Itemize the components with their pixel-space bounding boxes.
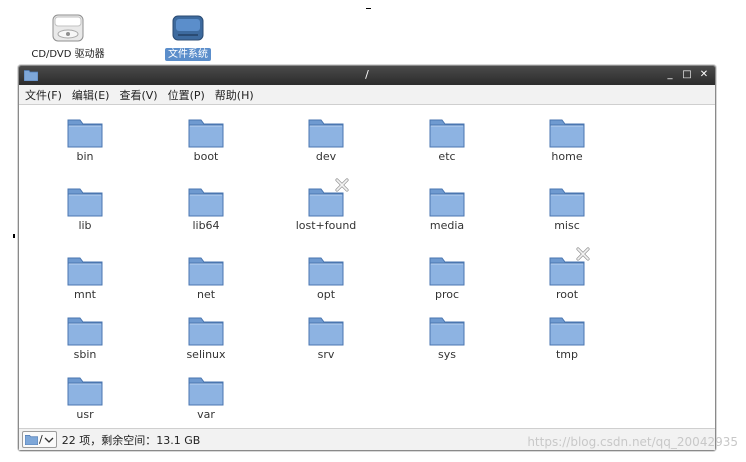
menu-help[interactable]: 帮助(H) [215, 87, 254, 103]
minimize-button[interactable]: _ [665, 68, 675, 82]
folder-name: etc [438, 150, 456, 163]
folder-item[interactable]: srv [276, 314, 376, 361]
folder-name: proc [434, 288, 460, 301]
desktop-icon-label: 文件系统 [165, 48, 211, 61]
folder-name: sys [438, 348, 456, 361]
menu-edit[interactable]: 编辑(E) [72, 87, 110, 103]
folder-name: root [555, 288, 579, 301]
folder-icon [67, 116, 103, 148]
title-bar[interactable]: / _ □ ✕ [19, 66, 715, 85]
folder-name: media [429, 219, 465, 232]
folder-item[interactable]: usr [35, 374, 135, 421]
folder-name: selinux [186, 348, 226, 361]
folder-icon [308, 254, 344, 286]
folder-icon [188, 116, 224, 148]
folder-icon [429, 314, 465, 346]
folder-item[interactable]: lib [35, 185, 135, 232]
folder-item[interactable]: misc [517, 185, 617, 232]
folder-item[interactable]: lib64 [156, 185, 256, 232]
folder-item[interactable]: sbin [35, 314, 135, 361]
watermark: https://blog.csdn.net/qq_20042935 [527, 435, 738, 449]
menu-places[interactable]: 位置(P) [168, 87, 205, 103]
folder-icon [67, 254, 103, 286]
folder-icon [549, 247, 590, 286]
folder-name: misc [554, 219, 580, 232]
folder-name: lost+found [295, 219, 357, 232]
folder-item[interactable]: proc [397, 254, 497, 301]
folder-icon [549, 185, 585, 217]
folder-item[interactable]: sys [397, 314, 497, 361]
folder-icon [549, 116, 585, 148]
folder-icon [67, 185, 103, 217]
folder-icon [188, 254, 224, 286]
folder-item[interactable]: root [517, 247, 617, 301]
folder-name: net [196, 288, 216, 301]
location-label: / [39, 433, 43, 446]
folder-name: boot [193, 150, 219, 163]
window-title: / [365, 68, 369, 81]
folder-item[interactable]: net [156, 254, 256, 301]
folder-item[interactable]: dev [276, 116, 376, 163]
folder-name: sbin [73, 348, 97, 361]
folder-name: bin [76, 150, 94, 163]
folder-item[interactable]: etc [397, 116, 497, 163]
desktop-icon-cd-dvd[interactable]: CD/DVD 驱动器 [26, 12, 110, 61]
folder-grid: bin boot dev etc home lib lib64 lost+found media… [19, 106, 715, 428]
folder-item[interactable]: selinux [156, 314, 256, 361]
status-text: 22 项，剩余空间：13.1 GB [61, 433, 201, 447]
folder-icon [188, 374, 224, 406]
folder-item[interactable]: opt [276, 254, 376, 301]
folder-icon [429, 254, 465, 286]
folder-item[interactable]: boot [156, 116, 256, 163]
folder-name: usr [76, 408, 94, 421]
menu-file[interactable]: 文件(F) [25, 87, 62, 103]
folder-icon [308, 178, 349, 217]
folder-icon [25, 435, 38, 445]
folder-icon [188, 314, 224, 346]
desktop-artifact [366, 8, 371, 9]
desktop-artifact [13, 234, 15, 238]
folder-icon [429, 185, 465, 217]
folder-item[interactable]: lost+found [276, 178, 376, 232]
folder-name: mnt [74, 288, 96, 301]
folder-icon [67, 314, 103, 346]
folder-name: srv [317, 348, 335, 361]
folder-name: tmp [555, 348, 578, 361]
file-manager-window: / _ □ ✕ 文件(F) 编辑(E) 查看(V) 位置(P) 帮助(H) bi… [18, 65, 716, 451]
close-button[interactable]: ✕ [699, 68, 709, 82]
maximize-button[interactable]: □ [682, 68, 692, 82]
folder-name: opt [316, 288, 336, 301]
folder-icon [308, 116, 344, 148]
chevron-down-icon [44, 437, 54, 443]
folder-item[interactable]: home [517, 116, 617, 163]
folder-item[interactable]: media [397, 185, 497, 232]
no-access-emblem-icon [575, 246, 591, 262]
no-access-emblem-icon [334, 177, 350, 193]
folder-icon [308, 314, 344, 346]
optical-drive-icon [52, 14, 84, 42]
folder-name: dev [315, 150, 337, 163]
folder-name: lib64 [192, 219, 220, 232]
desktop-icon-filesystem[interactable]: 文件系统 [160, 12, 216, 61]
folder-item[interactable]: tmp [517, 314, 617, 361]
menu-view[interactable]: 查看(V) [119, 87, 157, 103]
folder-icon [429, 116, 465, 148]
location-button[interactable]: / [22, 431, 57, 448]
hard-drive-icon [172, 15, 204, 41]
folder-icon [549, 314, 585, 346]
folder-item[interactable]: var [156, 374, 256, 421]
folder-name: home [551, 150, 583, 163]
folder-icon [188, 185, 224, 217]
folder-name: var [197, 408, 215, 421]
folder-item[interactable]: mnt [35, 254, 135, 301]
folder-icon [67, 374, 103, 406]
menu-bar: 文件(F) 编辑(E) 查看(V) 位置(P) 帮助(H) [19, 85, 715, 105]
folder-item[interactable]: bin [35, 116, 135, 163]
folder-name: lib [78, 219, 92, 232]
desktop-icon-label: CD/DVD 驱动器 [31, 49, 105, 60]
